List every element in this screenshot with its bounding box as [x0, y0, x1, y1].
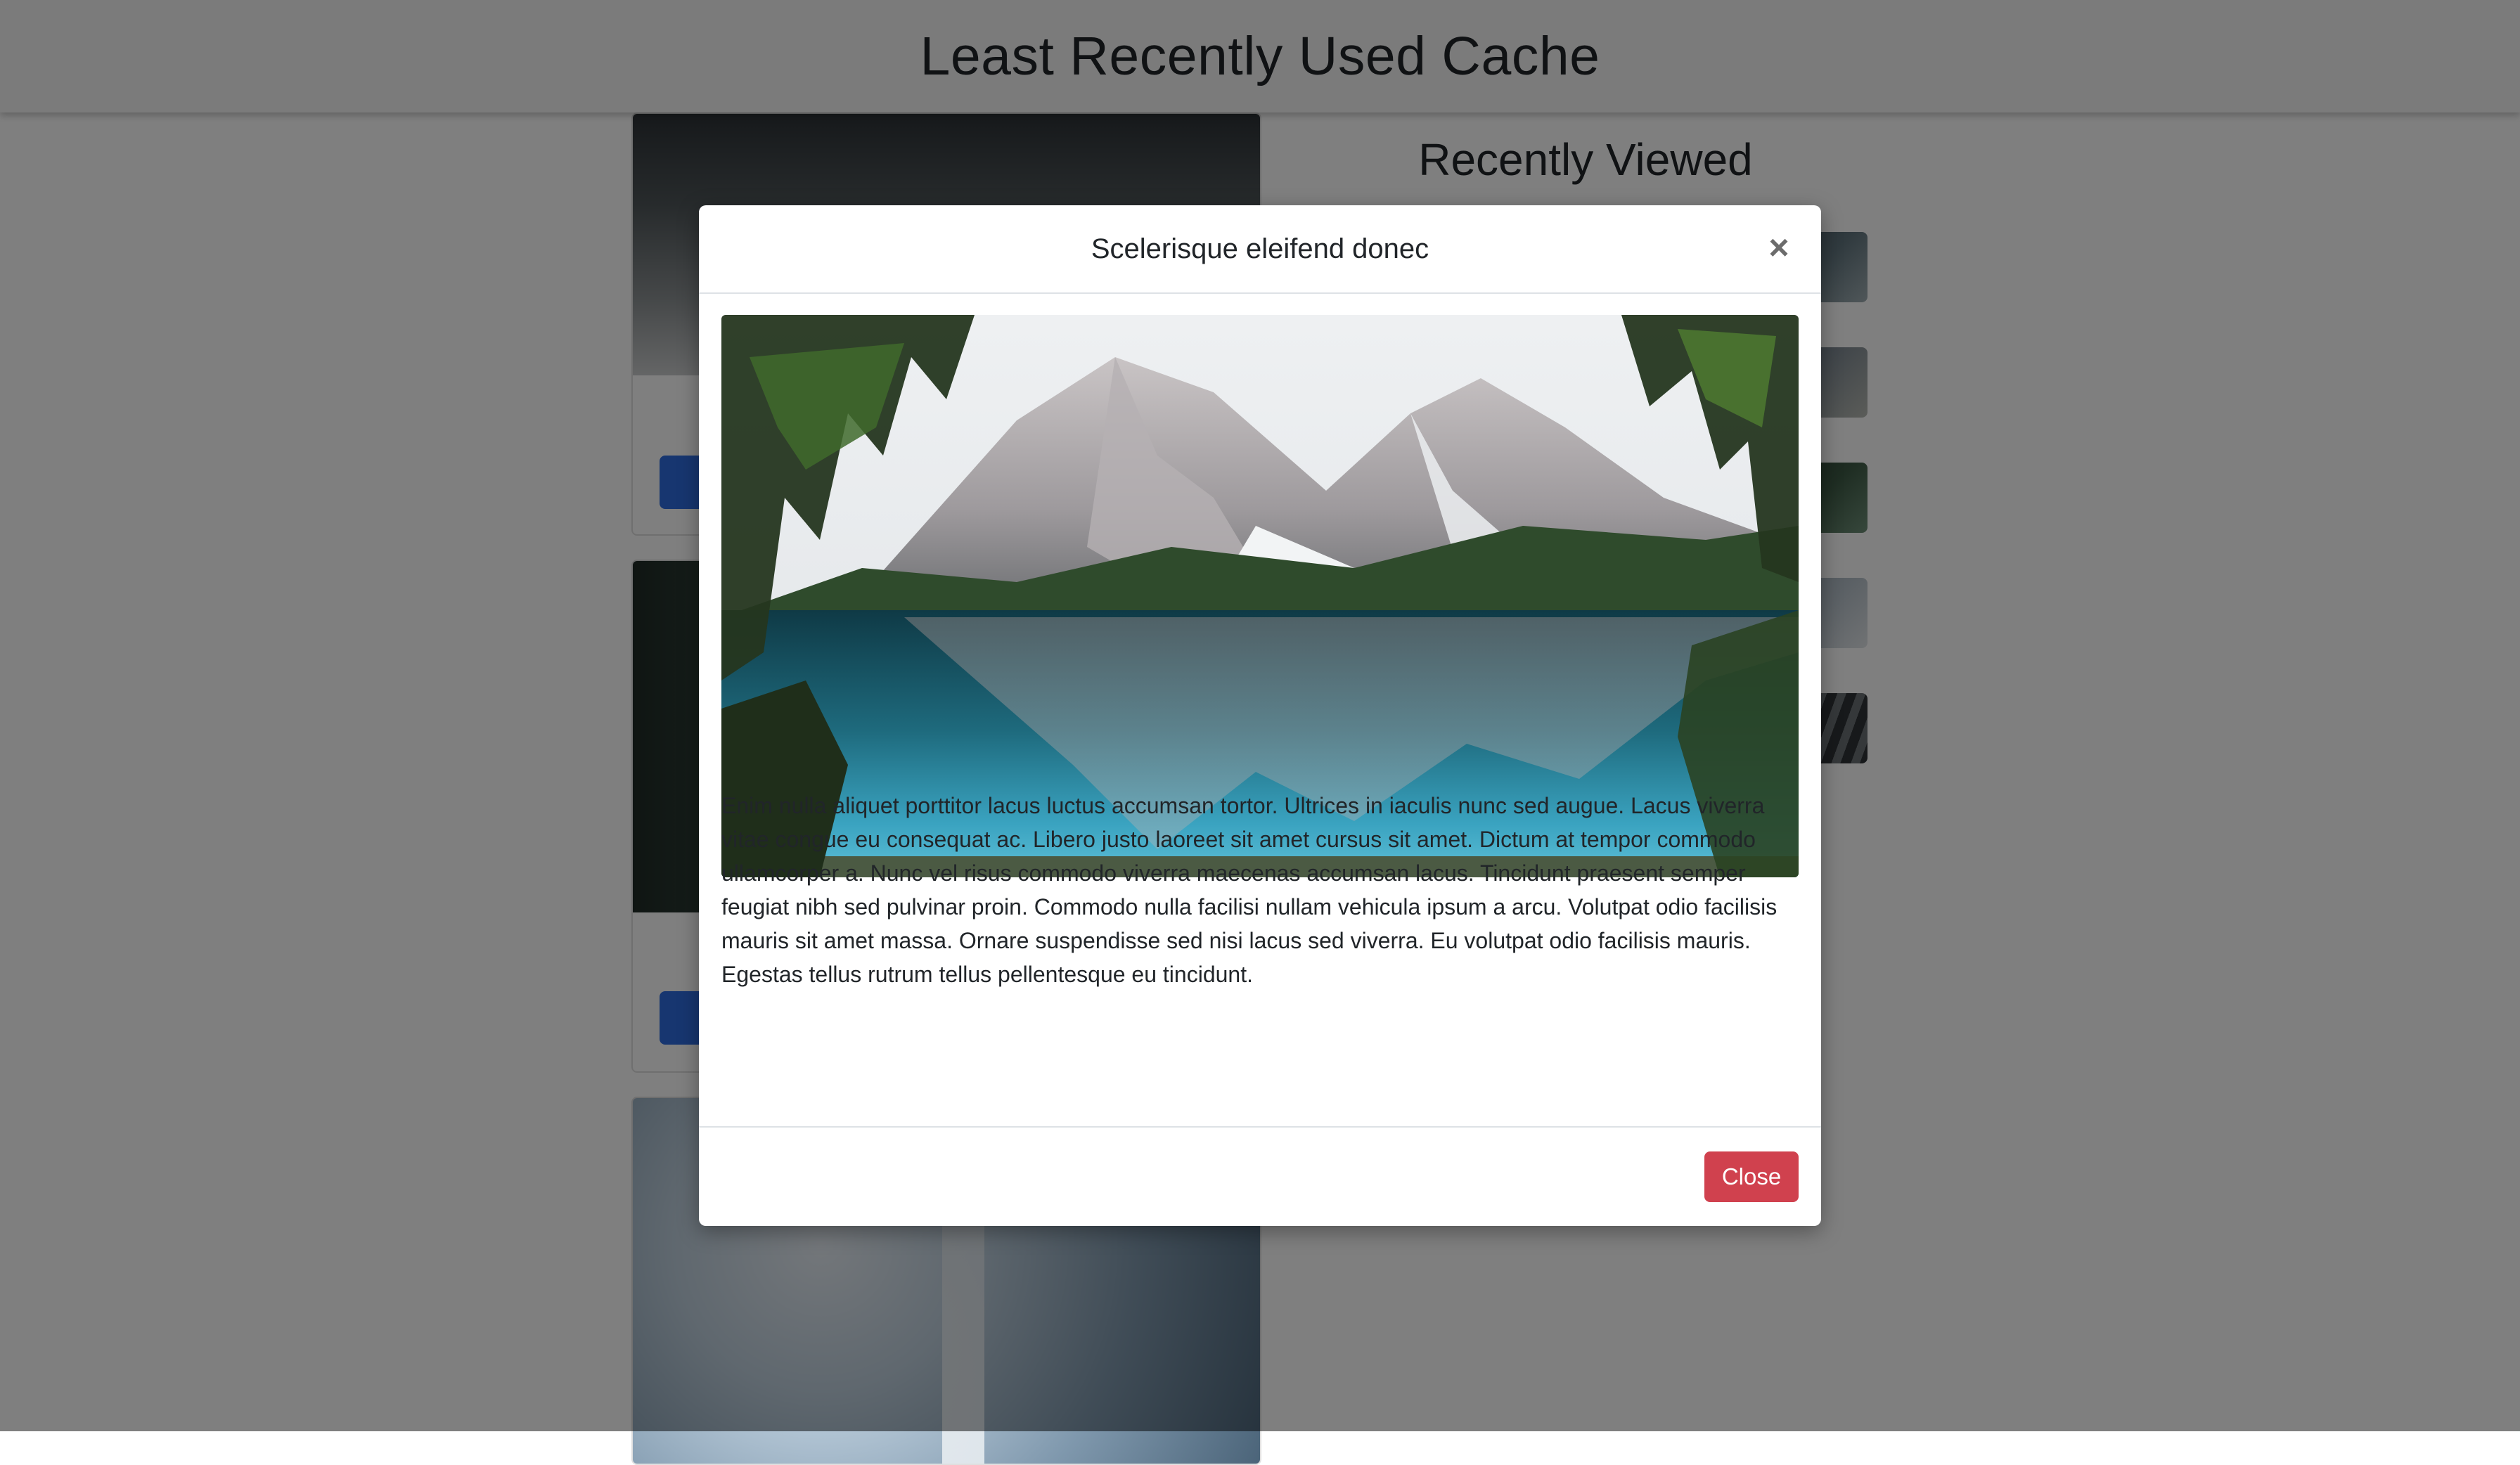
- close-button[interactable]: Close: [1704, 1151, 1799, 1202]
- modal-body-text: Enim nulla aliquet porttitor lacus luctu…: [721, 793, 1778, 987]
- modal-footer: Close: [699, 1126, 1821, 1226]
- image-modal: Scelerisque eleifend donec × Enim nulla …: [699, 205, 1821, 1226]
- modal-header: Scelerisque eleifend donec ×: [699, 205, 1821, 294]
- page: Least Recently Used Cache Recently Viewe…: [0, 0, 2520, 1465]
- close-icon[interactable]: ×: [1758, 226, 1800, 269]
- modal-title: Scelerisque eleifend donec: [1091, 233, 1429, 264]
